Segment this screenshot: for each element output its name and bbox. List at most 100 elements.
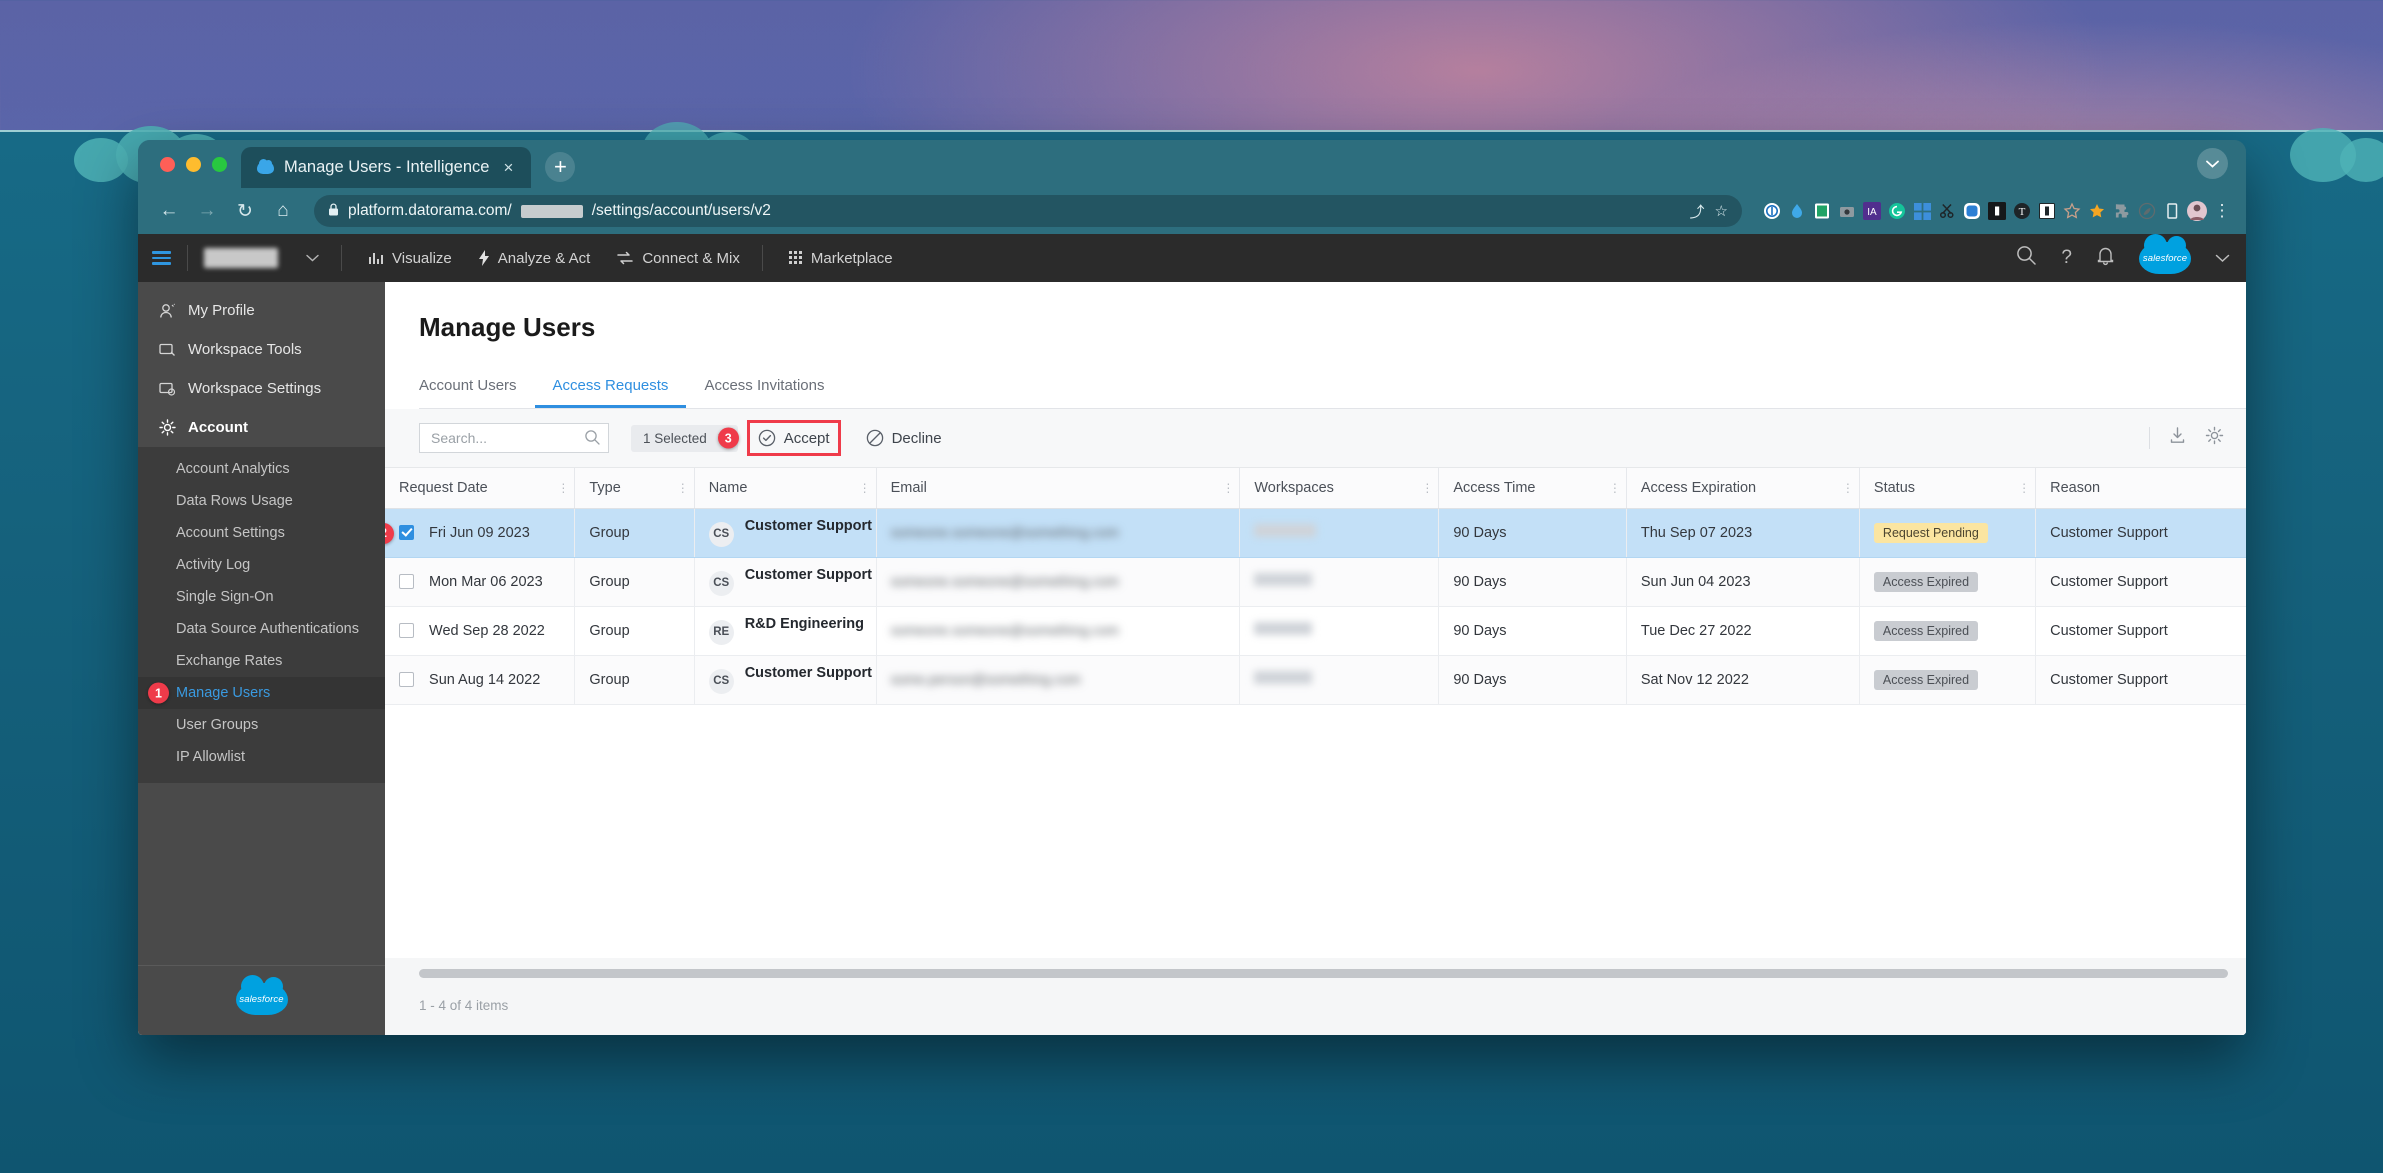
nav-item-visualize[interactable]: Visualize — [368, 250, 452, 267]
row-checkbox[interactable] — [399, 524, 414, 540]
sidebar-item-data-rows-usage[interactable]: Data Rows Usage — [138, 485, 385, 517]
column-header-workspaces[interactable]: Workspaces ⋮ — [1239, 468, 1439, 509]
table-row[interactable]: 2 Fri Jun 09 2023 Group CS Customer Suppo… — [385, 508, 2246, 558]
tab-access-invitations[interactable]: Access Invitations — [686, 377, 842, 408]
sidebar-item-ip-allowlist[interactable]: IP Allowlist — [138, 741, 385, 773]
nav-item-marketplace[interactable]: Marketplace — [788, 250, 893, 267]
extension-icon-windows-grid[interactable] — [1910, 199, 1934, 223]
close-window-button[interactable] — [160, 156, 175, 172]
sidebar-item-activity-log[interactable]: Activity Log — [138, 549, 385, 581]
tab-list-chevron-down-icon[interactable] — [2197, 148, 2228, 179]
sidebar-item-single-sign-on[interactable]: Single Sign-On — [138, 581, 385, 613]
column-header-email[interactable]: Email ⋮ — [875, 468, 1240, 509]
column-header-access-expiration[interactable]: Access Expiration ⋮ — [1625, 468, 1860, 509]
browser-menu-icon[interactable]: ⋮ — [2210, 199, 2234, 223]
column-grip-icon[interactable]: ⋮ — [1609, 481, 1621, 495]
table-row[interactable]: Mon Mar 06 2023 Group CS Customer Support… — [385, 557, 2246, 607]
decline-button[interactable]: Decline — [860, 425, 948, 451]
extension-icon-briefcase[interactable] — [1835, 199, 1859, 223]
extension-icon-internet-archive[interactable]: IA — [1860, 199, 1884, 223]
search-input-placeholder: Search... — [431, 430, 488, 446]
search-input[interactable]: Search... — [419, 423, 609, 453]
row-checkbox[interactable] — [399, 671, 414, 687]
table-row[interactable]: Sun Aug 14 2022 Group CS Customer Support… — [385, 655, 2246, 705]
column-grip-icon[interactable]: ⋮ — [859, 481, 871, 495]
extension-icon-water-drop[interactable] — [1785, 199, 1809, 223]
sidebar-item-my-profile[interactable]: My Profile — [138, 291, 385, 330]
bookmark-star-icon[interactable]: ☆ — [1715, 202, 1728, 220]
column-header-access-time[interactable]: Access Time ⋮ — [1438, 468, 1627, 509]
sidebar-item-user-groups[interactable]: User Groups — [138, 709, 385, 741]
close-tab-icon[interactable]: × — [499, 159, 517, 176]
extension-icon-grammarly[interactable] — [1885, 199, 1909, 223]
nav-item-analyze-act[interactable]: Analyze & Act — [478, 250, 590, 267]
maximize-window-button[interactable] — [212, 156, 227, 172]
column-grip-icon[interactable]: ⋮ — [1421, 481, 1433, 495]
extension-icon-puzzle[interactable] — [2110, 199, 2134, 223]
notifications-bell-icon[interactable] — [2096, 245, 2115, 272]
sidebar-item-account[interactable]: Account — [138, 408, 385, 447]
row-checkbox[interactable] — [399, 622, 414, 638]
extension-icon-leaf[interactable] — [2135, 199, 2159, 223]
share-icon[interactable]: ⤴ — [1690, 201, 1705, 222]
sidebar-item-account-settings[interactable]: Account Settings — [138, 517, 385, 549]
left-sidebar: My Profile Workspace Tools Workspace Set… — [138, 282, 385, 1035]
sidebar-item-exchange-rates-label: Exchange Rates — [176, 653, 283, 669]
new-tab-button[interactable]: + — [545, 152, 576, 182]
column-header-type[interactable]: Type ⋮ — [574, 468, 695, 509]
account-chevron-down-icon[interactable] — [2215, 247, 2230, 269]
accept-button[interactable]: Accept — [746, 420, 841, 456]
search-icon[interactable] — [584, 429, 600, 448]
tab-account-users[interactable]: Account Users — [419, 377, 535, 408]
cell-status: Request Pending — [1858, 508, 2036, 558]
sidebar-item-workspace-settings[interactable]: Workspace Settings — [138, 369, 385, 408]
address-input[interactable]: platform.datorama.com/ /settings/account… — [314, 195, 1742, 227]
help-icon[interactable]: ? — [2061, 247, 2072, 269]
extension-icon-scissors[interactable] — [1935, 199, 1959, 223]
column-header-status[interactable]: Status ⋮ — [1858, 468, 2036, 509]
search-icon[interactable] — [2015, 244, 2037, 272]
table-settings-gear-icon[interactable] — [2205, 426, 2224, 450]
sidebar-item-manage-users[interactable]: 1 Manage Users — [138, 677, 385, 709]
extension-icon-card[interactable] — [2035, 199, 2059, 223]
extension-icon-star-outline[interactable] — [2060, 199, 2084, 223]
reload-icon[interactable]: ↻ — [228, 194, 262, 228]
extension-icon-todoist[interactable]: T — [2010, 199, 2034, 223]
sidebar-item-workspace-tools[interactable]: Workspace Tools — [138, 330, 385, 369]
sidebar-item-account-analytics[interactable]: Account Analytics — [138, 453, 385, 485]
nav-item-connect-mix[interactable]: Connect & Mix — [616, 250, 740, 267]
column-grip-icon[interactable]: ⋮ — [677, 481, 689, 495]
tab-access-requests[interactable]: Access Requests — [534, 377, 687, 408]
browser-extensions-row[interactable]: IA T ⋮ — [1756, 199, 2234, 223]
column-grip-icon[interactable]: ⋮ — [2018, 481, 2030, 495]
column-grip-icon[interactable]: ⋮ — [557, 481, 569, 495]
table-row[interactable]: Wed Sep 28 2022 Group RE R&D Engineering … — [385, 606, 2246, 656]
browser-profile-avatar[interactable] — [2185, 199, 2209, 223]
extension-icon-tablet[interactable] — [2160, 199, 2184, 223]
column-header-name[interactable]: Name ⋮ — [693, 468, 877, 509]
extension-icon-1password[interactable] — [1760, 199, 1784, 223]
browser-tab[interactable]: Manage Users - Intelligence × — [241, 147, 532, 188]
extension-icon-sheets[interactable] — [1810, 199, 1834, 223]
sidebar-item-data-source-authentications[interactable]: Data Source Authentications — [138, 613, 385, 645]
minimize-window-button[interactable] — [186, 156, 201, 172]
workspace-chevron-down-icon[interactable] — [306, 251, 319, 265]
horizontal-scrollbar[interactable] — [385, 958, 2246, 988]
sidebar-item-exchange-rates[interactable]: Exchange Rates — [138, 645, 385, 677]
salesforce-logo-icon[interactable]: salesforce — [2139, 234, 2191, 274]
back-icon[interactable]: ← — [152, 194, 186, 228]
column-grip-icon[interactable]: ⋮ — [1842, 481, 1854, 495]
home-icon[interactable]: ⌂ — [266, 194, 300, 228]
extension-icon-rounded-app[interactable] — [1960, 199, 1984, 223]
window-traffic-lights[interactable] — [156, 140, 241, 188]
row-checkbox[interactable] — [399, 573, 414, 589]
extension-icon-lastpass[interactable] — [1985, 199, 2009, 223]
extension-icon-star-filled[interactable] — [2085, 199, 2109, 223]
forward-icon[interactable]: → — [190, 194, 224, 228]
horizontal-scrollbar-thumb[interactable] — [419, 968, 2228, 978]
hamburger-icon[interactable] — [152, 249, 171, 267]
column-header-request-date[interactable]: Request Date ⋮ — [385, 468, 575, 509]
column-grip-icon[interactable]: ⋮ — [1222, 481, 1234, 495]
download-icon[interactable] — [2168, 426, 2187, 450]
column-header-reason[interactable]: Reason — [2035, 468, 2246, 509]
